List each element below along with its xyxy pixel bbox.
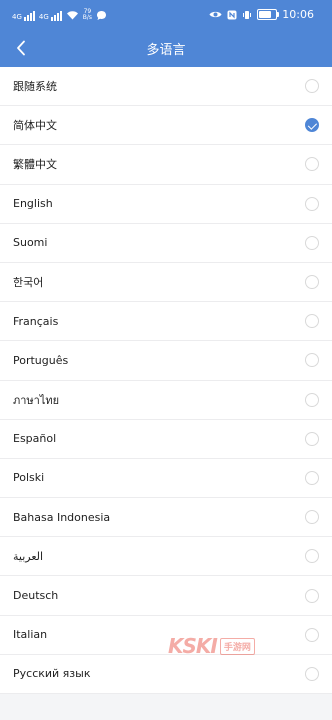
radio-unchecked-icon[interactable] [305,235,319,250]
eye-icon [209,11,222,18]
sim2-signal-icon: 4G [39,9,62,21]
page-title: 多语言 [146,43,186,58]
language-option[interactable]: Suomi [0,224,332,263]
radio-unchecked-icon[interactable] [305,627,319,642]
radio-unchecked-icon[interactable] [305,79,319,94]
language-label: Português [13,353,69,367]
watermark: KSKI 手游网 [168,634,255,658]
radio-unchecked-icon[interactable] [305,666,319,681]
radio-unchecked-icon[interactable] [305,353,319,368]
language-option[interactable]: 跟随系统 [0,67,332,107]
language-label: Español [13,432,57,446]
radio-unchecked-icon[interactable] [305,549,319,564]
language-label: Polski [13,471,45,485]
radio-unchecked-icon[interactable] [305,470,319,485]
radio-unchecked-icon[interactable] [305,275,319,290]
status-left-icons: 4G 4G 79 B/s [12,7,107,23]
radio-unchecked-icon[interactable] [305,196,319,211]
battery-icon [257,9,280,20]
clock: 10:06 [282,8,314,21]
radio-unchecked-icon[interactable] [305,392,319,407]
language-label: Deutsch [13,589,59,603]
radio-unchecked-icon[interactable] [305,314,319,329]
language-option[interactable]: 简体中文 [0,106,332,146]
app-header: 4G 4G 79 B/s 10:06 多语言 [0,0,332,67]
radio-unchecked-icon[interactable] [305,588,319,603]
nfc-icon [227,10,237,19]
language-option[interactable]: Polski [0,459,332,499]
language-label: 跟随系统 [13,80,57,94]
language-label: Русский язык [13,667,91,681]
language-label: English [13,197,53,211]
sim1-signal-icon: 4G [12,9,35,21]
speed-unit: B/s [82,14,93,21]
status-bar: 4G 4G 79 B/s 10:06 [0,0,332,30]
language-label: Bahasa Indonesia [13,510,111,524]
sim2-label: 4G [38,13,49,21]
language-option[interactable]: 繁體中文 [0,145,332,185]
battery-fill [259,11,272,18]
language-option[interactable]: 한국어 [0,263,332,303]
language-option[interactable]: Français [0,302,332,342]
language-label: Suomi [13,236,48,250]
network-speed: 79 B/s [83,9,92,21]
language-option[interactable]: Русский язык [0,655,332,694]
language-list: 跟随系统简体中文繁體中文 English Suomi 한국어 Français Portu… [0,67,332,694]
radio-unchecked-icon[interactable] [305,431,319,446]
radio-checked-icon[interactable] [305,118,319,133]
language-option[interactable]: English [0,185,332,224]
language-option[interactable]: Italian [0,616,332,655]
message-icon [97,10,107,20]
vibrate-icon [243,10,252,19]
language-label: ภาษาไทย [13,393,60,407]
status-right-icons: 10:06 [209,8,314,21]
language-option[interactable]: Português [0,341,332,381]
radio-unchecked-icon[interactable] [305,510,319,525]
language-label: 简体中文 [13,119,57,133]
radio-unchecked-icon[interactable] [305,157,319,172]
language-label: 繁體中文 [13,158,57,172]
language-label: Français [13,314,59,328]
language-label: Italian [13,628,48,642]
watermark-tag: 手游网 [219,637,255,655]
sim1-label: 4G [12,13,22,21]
language-option[interactable]: Deutsch [0,576,332,616]
language-label: العربية [13,549,44,563]
wifi-icon [66,11,78,20]
language-label: 한국어 [13,276,44,290]
language-option[interactable]: العربية [0,537,332,577]
language-option[interactable]: Español [0,420,332,459]
nav-bar: 多语言 [0,30,332,67]
language-option[interactable]: ภาษาไทย [0,381,332,420]
watermark-brand: KSKI [168,634,218,658]
language-option[interactable]: Bahasa Indonesia [0,498,332,538]
